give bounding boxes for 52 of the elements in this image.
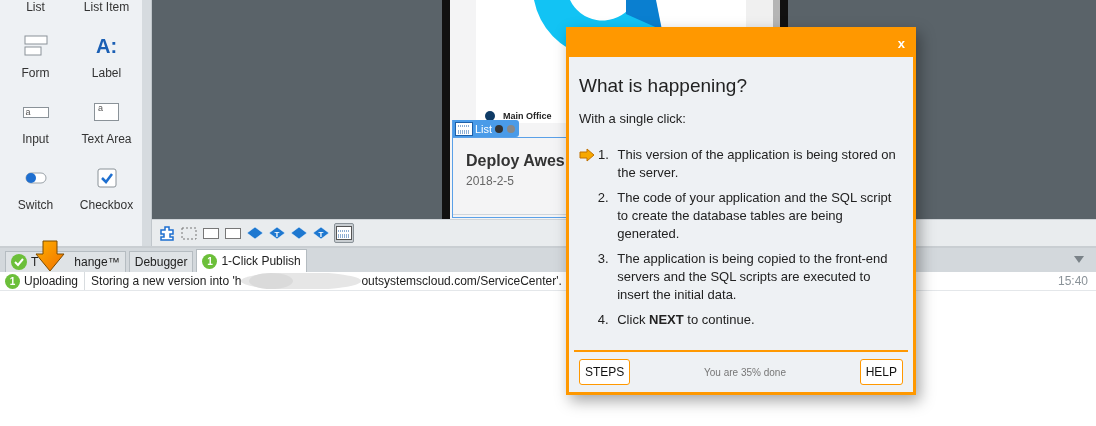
progress-text: You are 35% done: [704, 366, 786, 378]
label-icon[interactable]: A:: [95, 35, 118, 57]
switch-icon[interactable]: [24, 172, 47, 184]
toolbox-item[interactable]: List: [0, 0, 71, 26]
count-badge: 1: [5, 273, 20, 289]
step-number: 3.: [597, 250, 610, 268]
toolbox-item[interactable]: Form: [0, 26, 71, 92]
log-time: 15:40: [1057, 274, 1089, 288]
log-message: Storing a new version into 'h: [91, 274, 242, 288]
legend-label: Main Office: [503, 111, 552, 121]
intro-text: With a single click:: [579, 111, 687, 126]
step-number: 2.: [597, 189, 610, 207]
tab-label: hange™: [74, 255, 120, 269]
toolbox-item[interactable]: Switch: [0, 158, 71, 224]
steps-button[interactable]: STEPS: [579, 359, 631, 385]
list-icon: [455, 121, 473, 136]
tab-label: 1-Click Publish: [221, 254, 301, 268]
step-text: This version of the application is being stored on the server.: [617, 146, 897, 182]
step-number: 4.: [597, 311, 610, 329]
list-icon[interactable]: [334, 223, 354, 243]
checkbox-icon[interactable]: [96, 168, 117, 188]
step-number: 1.: [598, 146, 610, 164]
dropdown-icon[interactable]: [1074, 256, 1084, 264]
diamond-icon[interactable]: [246, 224, 264, 242]
toolbox-item[interactable]: List Item: [71, 0, 142, 26]
toolbox-item[interactable]: A: Label: [71, 26, 142, 92]
tag-label: List: [475, 122, 493, 135]
diamond-icon[interactable]: [290, 224, 308, 242]
diamond-icon[interactable]: T: [268, 224, 286, 242]
toolbox-item[interactable]: Checkbox: [71, 158, 142, 224]
legend-dot-icon: [485, 111, 495, 121]
diamond-icon[interactable]: T: [312, 224, 330, 242]
step-text: Click NEXT to continue.: [617, 311, 756, 329]
status-text: Uploading: [24, 272, 86, 290]
help-button[interactable]: HELP: [859, 359, 903, 385]
check-icon: [11, 254, 27, 270]
puzzle-icon[interactable]: [158, 224, 176, 242]
item-date: 2018-2-5: [466, 174, 515, 188]
text-area-icon[interactable]: a: [94, 103, 119, 121]
input-icon[interactable]: a: [22, 106, 49, 118]
panel-tab[interactable]: 1 1-Click Publish: [196, 249, 307, 272]
toolbox-item[interactable]: a Text Area: [71, 92, 142, 158]
step-text: The application is being copied to the front-end servers and the SQL scripts are executed to insert the initial data.: [617, 250, 889, 304]
item-title: Deploy Awes: [466, 152, 565, 170]
panel-tab[interactable]: Debugger: [128, 251, 194, 272]
dialog-title: What is happening?: [579, 75, 748, 97]
tab-label: Debugger: [134, 255, 188, 269]
step-text: The code of your application and the SQL script to create the database tables are being generated.: [617, 189, 893, 243]
count-badge: 1: [202, 253, 218, 269]
log-message: outsystemscloud.com/ServiceCenter'.: [361, 274, 562, 288]
tab-label: T: [31, 255, 39, 269]
toolbox-item[interactable]: a Input: [0, 92, 71, 158]
